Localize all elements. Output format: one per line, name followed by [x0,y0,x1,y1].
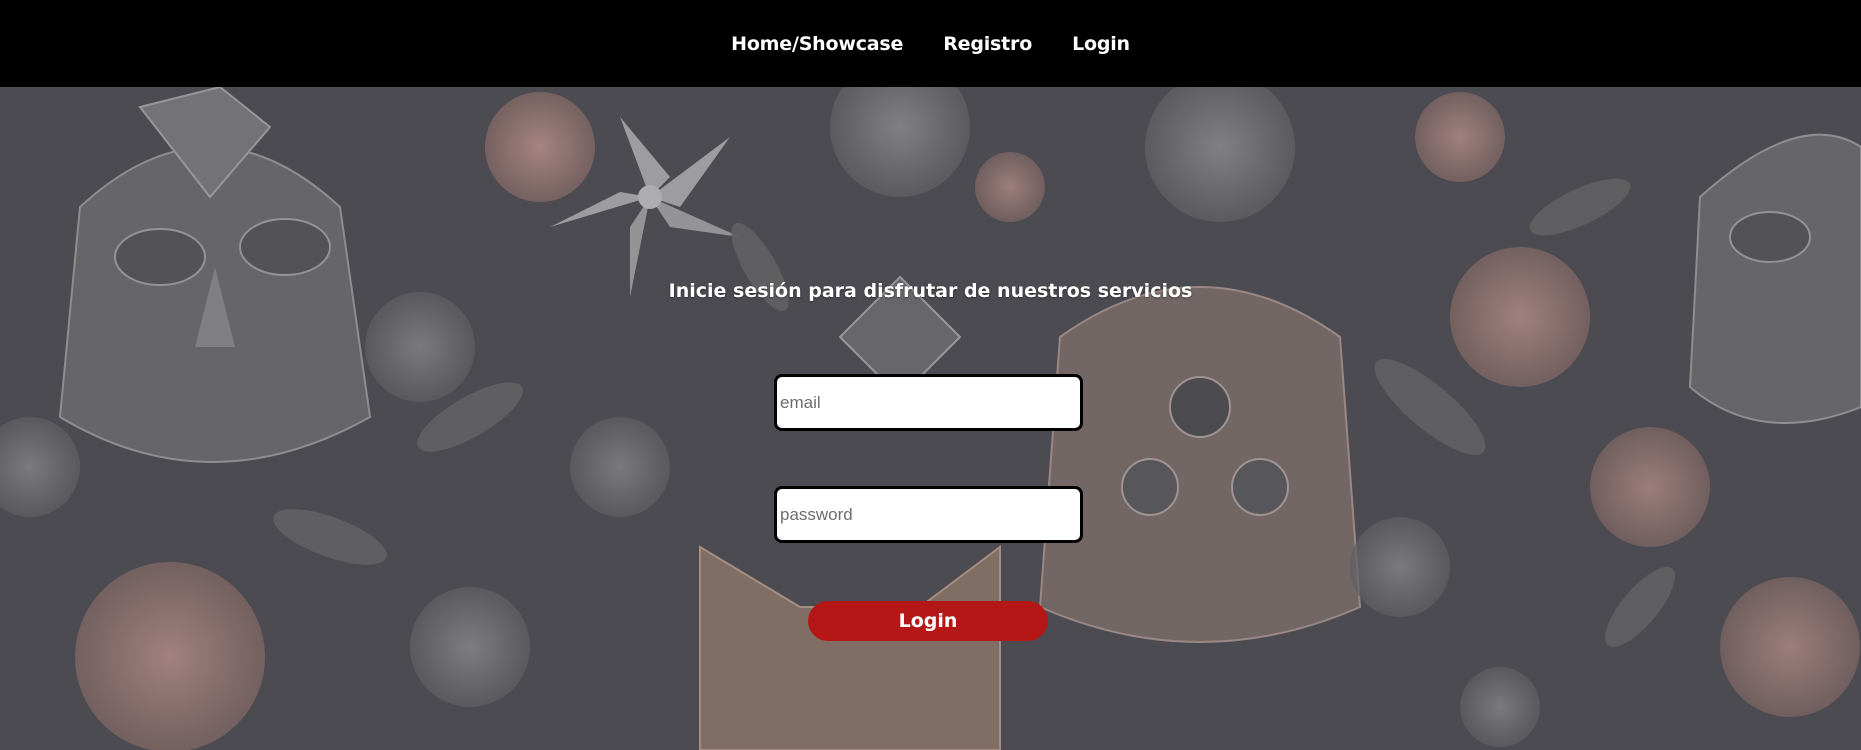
nav-link-registro[interactable]: Registro [943,33,1032,55]
email-input[interactable] [774,374,1083,431]
top-navbar: Home/Showcase Registro Login [0,0,1861,87]
login-form: Inicie sesión para disfrutar de nuestros… [0,87,1861,750]
login-button[interactable]: Login [808,601,1048,641]
nav-link-login[interactable]: Login [1072,33,1130,55]
login-subtitle: Inicie sesión para disfrutar de nuestros… [668,280,1193,302]
nav-link-home-showcase[interactable]: Home/Showcase [731,33,903,55]
password-input[interactable] [774,486,1083,543]
